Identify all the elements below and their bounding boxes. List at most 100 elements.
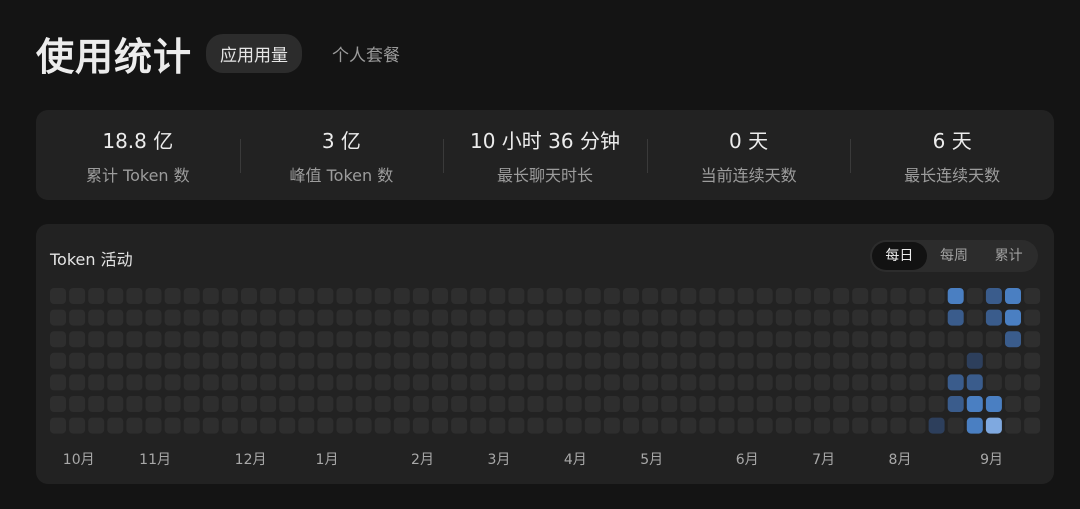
heatmap-cell: [451, 352, 468, 369]
heatmap-cell: [183, 288, 200, 304]
heatmap-cell: [221, 417, 238, 434]
heatmap-cell: [279, 417, 296, 434]
range-option-weekly[interactable]: 每周: [927, 242, 982, 270]
heatmap-cell: [355, 396, 372, 412]
heatmap-cell: [69, 288, 86, 304]
month-label: 8月: [889, 452, 912, 468]
heatmap-cell: [642, 396, 659, 412]
header: 使用统计 应用用量 个人套餐: [36, 26, 414, 81]
heatmap-cell: [69, 417, 86, 434]
heatmap-cell: [1024, 331, 1041, 348]
heatmap-cell: [126, 374, 143, 391]
heatmap-cell: [508, 352, 525, 369]
heatmap-cell: [565, 288, 582, 304]
heatmap-cell: [565, 352, 582, 369]
stat-value: 18.8 亿: [102, 128, 174, 153]
heatmap-cell: [642, 352, 659, 369]
heatmap-cell: [88, 396, 105, 412]
heatmap-cell: [145, 417, 162, 434]
heatmap-cell: [565, 417, 582, 434]
heatmap-cell: [279, 396, 296, 412]
heatmap-cell: [432, 396, 448, 412]
heatmap-cell: [603, 417, 620, 434]
heatmap-cell: [164, 288, 181, 304]
range-option-cumulative[interactable]: 累计: [981, 242, 1036, 270]
tab-app-usage[interactable]: 应用用量: [206, 34, 303, 73]
heatmap-cell: [794, 309, 811, 326]
heatmap-cell: [183, 417, 200, 434]
heatmap-cell: [374, 309, 391, 326]
heatmap-cell: [661, 309, 678, 326]
heatmap-cell: [871, 288, 888, 304]
heatmap-cell: [336, 417, 353, 434]
heatmap-cell: [260, 396, 277, 412]
heatmap-cell: [928, 288, 945, 304]
heatmap-cell: [623, 417, 639, 434]
heatmap-cell: [833, 417, 850, 434]
heatmap-cell: [833, 309, 850, 326]
heatmap-cell: [336, 352, 353, 369]
heatmap-cell: [432, 417, 448, 434]
heatmap-cell: [489, 374, 506, 391]
heatmap-cell: [470, 288, 487, 304]
heatmap-cell: [107, 309, 124, 326]
usage-stats-page: 使用统计 应用用量 个人套餐 18.8 亿 累计 Token 数 3 亿 峰值 …: [0, 0, 1080, 509]
heatmap-cell: [126, 352, 143, 369]
heatmap-cell: [680, 396, 697, 412]
heatmap-cell: [833, 396, 850, 412]
heatmap-cell: [794, 352, 811, 369]
heatmap-cell: [756, 309, 773, 326]
heatmap-cell: [775, 374, 792, 391]
heatmap-cell: [852, 396, 869, 412]
heatmap-cell: [985, 331, 1002, 348]
heatmap-cell: [1024, 352, 1041, 369]
heatmap-cell: [355, 331, 372, 348]
heatmap-cell: [565, 331, 582, 348]
heatmap-cell: [814, 417, 830, 434]
heatmap-cell: [909, 288, 926, 304]
heatmap-cell: [279, 309, 296, 326]
heatmap-cell: [699, 417, 716, 434]
heatmap-cell: [145, 288, 162, 304]
heatmap-cell: [1024, 396, 1041, 412]
month-label: 12月: [235, 452, 267, 468]
stat-value: 10 小时 36 分钟: [469, 128, 620, 153]
heatmap-cell: [909, 396, 926, 412]
heatmap-cell: [298, 374, 315, 391]
heatmap-cell: [202, 331, 219, 348]
heatmap-cell: [107, 417, 124, 434]
heatmap-cell: [642, 288, 659, 304]
heatmap-cell: [814, 396, 830, 412]
heatmap-cell: [985, 374, 1002, 391]
month-label: 1月: [316, 452, 339, 468]
heatmap-cell: [928, 396, 945, 412]
heatmap-cell: [623, 396, 639, 412]
heatmap-cell: [126, 309, 143, 326]
month-label: 7月: [812, 452, 835, 468]
heatmap-cell: [603, 374, 620, 391]
heatmap-cell: [814, 374, 830, 391]
heatmap-cell: [584, 288, 601, 304]
heatmap-cell: [69, 331, 86, 348]
heatmap-cell: [317, 309, 334, 326]
range-option-daily[interactable]: 每日: [872, 242, 927, 270]
heatmap-cell: [393, 288, 410, 304]
token-activity-panel: 10月 11月 12月 1月 2月 3月 4月 5月 6月 7月 8月 9月 Token 活动 每日 …: [36, 224, 1054, 484]
heatmap-cell: [317, 417, 334, 434]
heatmap-cell: [432, 331, 448, 348]
heatmap-cell: [642, 331, 659, 348]
heatmap-cell: [1005, 417, 1021, 434]
heatmap-cell-active: [1005, 309, 1021, 326]
stat-value: 6 天: [932, 128, 972, 153]
heatmap-cell: [241, 352, 257, 369]
heatmap-cell: [603, 331, 620, 348]
heatmap-cell: [699, 352, 716, 369]
heatmap-cell: [317, 374, 334, 391]
heatmap-cell: [241, 417, 257, 434]
heatmap-cell: [336, 309, 353, 326]
heatmap-cell: [260, 309, 277, 326]
heatmap-cell: [680, 374, 697, 391]
heatmap-cell: [164, 309, 181, 326]
heatmap-cell: [871, 417, 888, 434]
tab-personal-plan[interactable]: 个人套餐: [318, 34, 414, 73]
